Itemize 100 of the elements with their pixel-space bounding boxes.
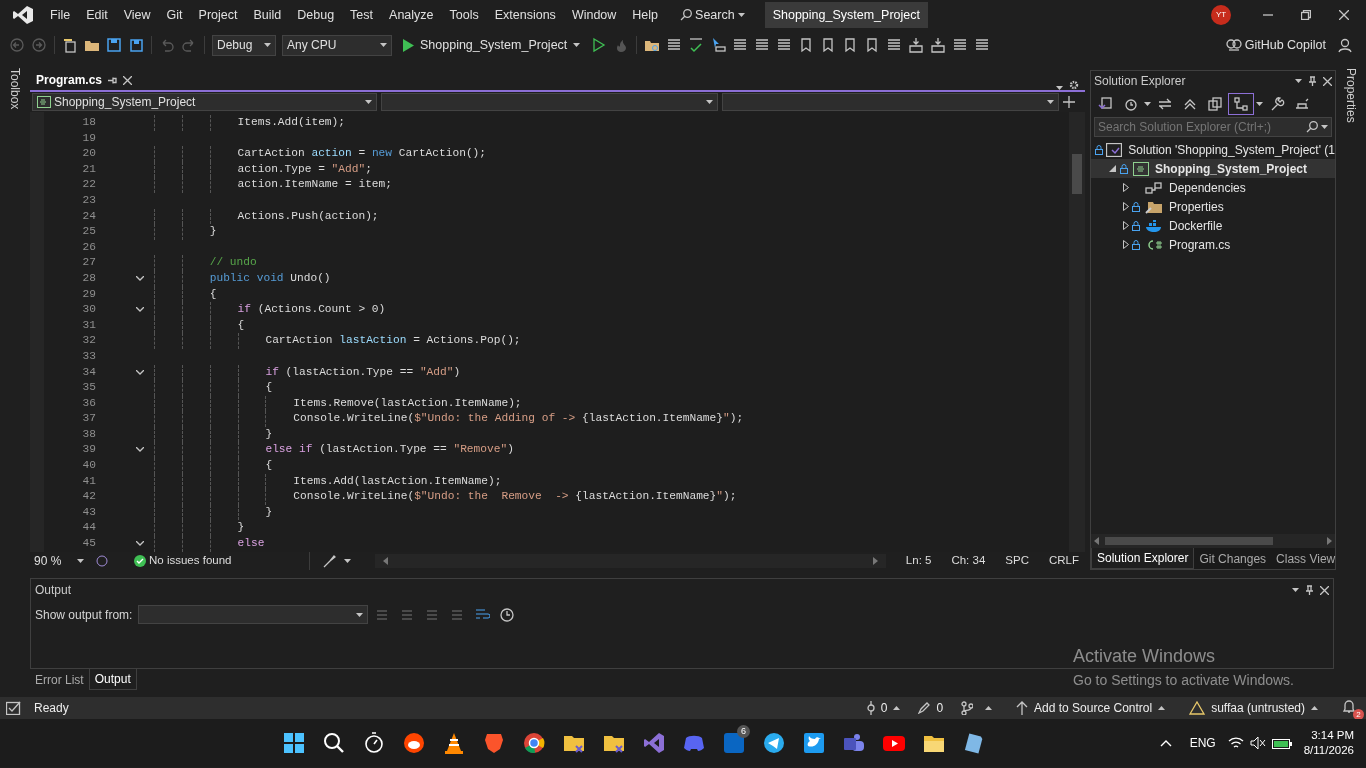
source-control-button[interactable]: Add to Source Control <box>1016 699 1166 717</box>
menu-item[interactable]: Help <box>624 3 667 27</box>
brush-icon[interactable] <box>322 554 337 568</box>
menu-item[interactable]: Build <box>245 3 290 27</box>
expand-arrow-icon[interactable] <box>1123 240 1129 249</box>
branch-button[interactable] <box>961 701 993 715</box>
download-icon[interactable] <box>930 37 947 53</box>
expand-arrow-icon[interactable] <box>1123 221 1129 230</box>
scroll-left-icon[interactable] <box>383 557 389 565</box>
pin-icon[interactable] <box>1305 585 1314 595</box>
scroll-right-icon[interactable] <box>1327 537 1332 545</box>
list-icon[interactable] <box>732 37 749 53</box>
panel-tab[interactable]: Class View <box>1271 548 1341 569</box>
tree-item[interactable]: Dockerfile <box>1091 216 1335 235</box>
tree-item[interactable]: Solution 'Shopping_System_Project' (1 <box>1091 140 1335 159</box>
panel-tab[interactable]: Solution Explorer <box>1091 548 1195 569</box>
tree-item[interactable]: Shopping_System_Project <box>1091 159 1335 178</box>
commits-indicator[interactable]: 0 <box>866 699 901 717</box>
menu-item[interactable]: Debug <box>289 3 343 27</box>
forward-icon[interactable] <box>31 37 47 53</box>
back-icon[interactable] <box>9 37 25 53</box>
tree-item[interactable]: Program.cs <box>1091 235 1335 254</box>
line-indicator[interactable]: Ln: 5 <box>905 552 932 570</box>
search-button[interactable]: Search <box>672 3 753 27</box>
panel-tab[interactable]: Error List <box>30 669 89 690</box>
tree-view-icon[interactable] <box>1233 96 1249 112</box>
whitespace-indicator[interactable]: SPC <box>1005 552 1029 570</box>
line-number: 18 <box>81 115 97 130</box>
line-ending-indicator[interactable]: CRLF <box>1048 552 1079 570</box>
copy-icon[interactable] <box>1207 96 1223 112</box>
branch-icon <box>961 701 974 715</box>
scrollbar-track[interactable] <box>1091 534 1335 548</box>
menu-item[interactable]: Project <box>190 3 246 27</box>
start-button[interactable]: Shopping_System_Project <box>395 33 589 57</box>
scrollbar-thumb[interactable] <box>1105 537 1273 545</box>
switch-views-icon[interactable] <box>1097 96 1113 112</box>
tree-item[interactable]: Dependencies <box>1091 178 1335 197</box>
clock-time[interactable]: 3:14 PM <box>1303 728 1354 743</box>
expand-arrow-icon[interactable] <box>1123 202 1129 211</box>
wifi-icon[interactable] <box>1227 736 1244 750</box>
menu-item[interactable]: Extensions <box>486 3 564 27</box>
panel-tab[interactable]: Git Changes <box>1194 548 1272 569</box>
scroll-right-icon[interactable] <box>872 557 878 565</box>
platform-dropdown[interactable]: Any CPU <box>282 34 392 56</box>
settings-icon[interactable] <box>1069 80 1079 90</box>
language-indicator[interactable]: ENG <box>1189 734 1216 752</box>
menu-item[interactable]: Window <box>563 3 625 27</box>
menu-item[interactable]: View <box>115 3 159 27</box>
caret-icon <box>1292 588 1299 592</box>
toolbox-tab[interactable]: Toolbox <box>6 68 24 110</box>
repository-button[interactable]: suffaa (untrusted) <box>1189 699 1318 717</box>
menu-item[interactable]: File <box>42 3 79 27</box>
taskbar-app[interactable]: 6 <box>714 723 754 763</box>
muted-speaker-icon[interactable] <box>1249 736 1266 750</box>
menu-item[interactable]: Git <box>158 3 191 27</box>
menu-item[interactable]: Edit <box>78 3 116 27</box>
changes-indicator[interactable]: 0 <box>918 699 944 717</box>
download-icon[interactable] <box>908 37 925 53</box>
panel-tab[interactable]: Output <box>88 669 137 690</box>
scrollbar-thumb[interactable] <box>1072 154 1082 194</box>
clock-icon[interactable] <box>499 606 516 623</box>
project-dropdown[interactable]: Shopping_System_Project <box>32 93 377 111</box>
configuration-dropdown[interactable]: Debug <box>212 34 276 56</box>
tree-item[interactable]: Properties <box>1091 197 1335 216</box>
chevron-down-icon[interactable] <box>136 307 144 313</box>
search-field[interactable]: Search Solution Explorer (Ctrl+;) <box>1094 117 1332 137</box>
scrollbar-track[interactable] <box>1069 112 1085 552</box>
column-indicator[interactable]: Ch: 34 <box>951 552 986 570</box>
avatar[interactable]: YT <box>1211 5 1231 25</box>
copilot-button[interactable]: GitHub Copilot <box>1217 33 1334 57</box>
wrench-icon[interactable] <box>1269 96 1285 112</box>
spell-check-icon[interactable] <box>688 37 705 53</box>
sync-icon[interactable] <box>1157 96 1173 112</box>
chevron-down-icon[interactable] <box>136 447 144 453</box>
chevron-down-icon[interactable] <box>136 541 144 547</box>
pin-icon[interactable] <box>1308 76 1317 86</box>
feedback-icon[interactable] <box>1337 37 1353 53</box>
expanded-arrow-icon[interactable] <box>1109 164 1117 173</box>
split-icon[interactable] <box>1063 96 1075 108</box>
menu-item[interactable]: Tools <box>441 3 487 27</box>
issues-status[interactable]: No issues found <box>134 552 232 570</box>
cursor-icon[interactable] <box>710 37 727 53</box>
history-icon[interactable] <box>1122 96 1138 112</box>
expand-arrow-icon[interactable] <box>1123 183 1129 192</box>
save-all-icon[interactable] <box>128 37 144 53</box>
clock-date[interactable]: 8/11/2026 <box>1303 743 1354 758</box>
properties-tab[interactable]: Properties <box>1342 68 1360 123</box>
save-icon[interactable] <box>106 37 122 53</box>
pin-icon[interactable] <box>108 75 118 85</box>
chevron-up-icon[interactable] <box>1159 739 1172 747</box>
menu-item[interactable]: Analyze <box>381 3 442 27</box>
close-icon[interactable] <box>123 75 133 85</box>
close-icon[interactable] <box>1323 76 1332 86</box>
close-icon[interactable] <box>1320 585 1329 595</box>
battery-icon[interactable] <box>1271 737 1292 749</box>
chevron-down-icon[interactable] <box>136 275 144 281</box>
chevron-down-icon[interactable] <box>136 369 144 375</box>
new-item-icon[interactable] <box>62 37 78 53</box>
scroll-left-icon[interactable] <box>1094 537 1099 545</box>
menu-item[interactable]: Test <box>342 3 382 27</box>
